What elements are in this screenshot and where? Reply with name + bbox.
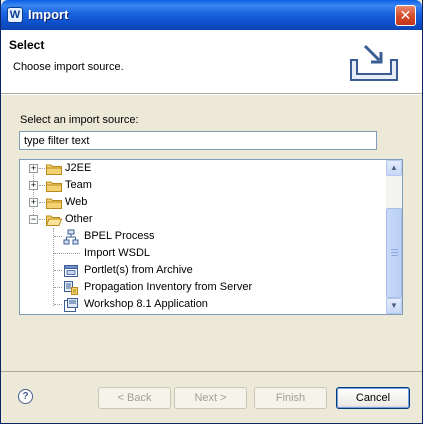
tree-connector bbox=[33, 168, 34, 219]
scroll-thumb[interactable] bbox=[386, 208, 402, 298]
header-banner: Select Choose import source. bbox=[1, 30, 422, 94]
scroll-down-arrow-icon[interactable]: ▼ bbox=[386, 298, 402, 314]
workshop-app-icon: W bbox=[7, 7, 23, 23]
button-bar-separator bbox=[1, 371, 422, 372]
title-bar[interactable]: W Import ✕ bbox=[1, 0, 422, 30]
bpel-process-icon bbox=[63, 229, 79, 245]
import-dialog: W Import ✕ Select Choose import source. … bbox=[0, 0, 423, 424]
expand-icon[interactable]: + bbox=[29, 181, 38, 190]
tree-folder-label: Web bbox=[65, 196, 88, 208]
tree-item-label: Workshop 8.1 Application bbox=[84, 298, 208, 310]
back-button[interactable]: < Back bbox=[98, 387, 171, 409]
tree-item-label: BPEL Process bbox=[84, 230, 155, 242]
page-description: Choose import source. bbox=[13, 61, 124, 73]
workshop-application-icon bbox=[64, 298, 78, 312]
tree-folder-label: Other bbox=[65, 213, 93, 225]
folder-icon bbox=[46, 164, 62, 175]
tree-item-label: Propagation Inventory from Server bbox=[84, 281, 253, 293]
finish-button[interactable]: Finish bbox=[254, 387, 327, 409]
expand-icon[interactable]: + bbox=[29, 198, 38, 207]
tree-item-label: Portlet(s) from Archive bbox=[84, 264, 193, 276]
filter-input[interactable] bbox=[19, 131, 377, 150]
banner-separator bbox=[1, 94, 422, 95]
tree-folder-label: J2EE bbox=[65, 162, 92, 174]
tree-scrollbar[interactable]: ▲ ▼ bbox=[386, 160, 402, 314]
folder-icon bbox=[46, 181, 62, 192]
import-source-tree[interactable]: + J2EE + Team + Web − Other BPEL Process… bbox=[19, 159, 403, 315]
page-title: Select bbox=[9, 38, 45, 52]
open-folder-icon bbox=[46, 215, 62, 226]
portlet-archive-icon bbox=[64, 265, 78, 277]
import-source-label: Select an import source: bbox=[20, 114, 139, 126]
collapse-icon[interactable]: − bbox=[29, 215, 38, 224]
scroll-up-arrow-icon[interactable]: ▲ bbox=[386, 160, 402, 176]
import-wizard-icon bbox=[350, 44, 398, 81]
tree-item-label: Import WSDL bbox=[84, 247, 151, 259]
expand-icon[interactable]: + bbox=[29, 164, 38, 173]
cancel-button[interactable]: Cancel bbox=[336, 387, 410, 409]
propagation-server-icon bbox=[64, 281, 78, 295]
tree-folder-label: Team bbox=[65, 179, 92, 191]
next-button[interactable]: Next > bbox=[174, 387, 247, 409]
close-button[interactable]: ✕ bbox=[395, 5, 416, 26]
help-icon[interactable]: ? bbox=[18, 389, 33, 404]
tree-connector bbox=[53, 228, 54, 306]
window-title: Import bbox=[28, 7, 69, 22]
folder-icon bbox=[46, 198, 62, 209]
